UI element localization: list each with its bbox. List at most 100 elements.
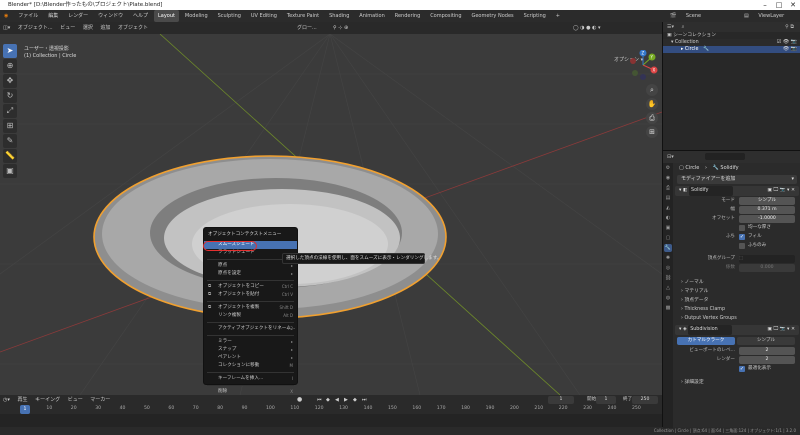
view-layer-selector[interactable]: ▤ ViewLayer — [736, 10, 792, 22]
camera-view-icon[interactable]: ⎙ — [646, 112, 658, 124]
physics-tab-icon[interactable]: ◎ — [664, 264, 672, 272]
perspective-grid-icon[interactable]: ⊞ — [646, 126, 658, 138]
move-tool-icon[interactable]: ✥ — [3, 74, 17, 88]
record-icon[interactable]: ● — [294, 396, 302, 404]
menu-file[interactable]: ファイル — [14, 10, 42, 22]
texture-tab-icon[interactable]: ▩ — [664, 304, 672, 312]
only-rim-checkbox[interactable]: ふちのみ — [739, 242, 795, 250]
viewport-levels-field[interactable]: 2 — [739, 347, 795, 355]
outliner-search-icon[interactable]: ⌕ — [682, 24, 685, 30]
collection-tab-icon[interactable]: ▣ — [664, 224, 672, 232]
output-tab-icon[interactable]: ⎙ — [664, 184, 672, 192]
jump-end-icon[interactable]: ⏭ — [359, 396, 367, 404]
scene-tab-icon[interactable]: ◭ — [664, 204, 672, 212]
viewport-scene[interactable] — [0, 34, 662, 395]
catmull-clark-tab[interactable]: カトマルクラーク — [677, 337, 735, 345]
vertex-group-field[interactable]: ⬚ — [739, 255, 795, 263]
solidify-modifier-header[interactable]: ▾ ◧ Solidify ▣ 🖵 📷 ▾ ✕ — [675, 186, 799, 196]
factor-field[interactable]: 0.000 — [739, 264, 795, 272]
solidify-name-field[interactable]: Solidify — [689, 186, 734, 196]
blender-logo-icon[interactable]: ◉ — [0, 10, 12, 22]
outliner-row-scene-collection[interactable]: ▣ シーンコレクション — [663, 32, 800, 39]
tab-geometry-nodes[interactable]: Geometry Nodes — [467, 10, 517, 22]
jump-start-icon[interactable]: ⏮ — [314, 396, 322, 404]
next-key-icon[interactable]: ◆ — [350, 396, 358, 404]
context-menu-item[interactable]: リンク複製 Alt D — [204, 312, 297, 320]
collapse-icon[interactable]: ▾ — [679, 188, 681, 193]
select-menu[interactable]: 選択 — [80, 22, 96, 34]
measure-tool-icon[interactable]: 📏 — [3, 149, 17, 163]
3d-viewport[interactable]: ◫▾ オブジェクト... ビュー 選択 追加 オブジェクト グロー... ⚲ ⊹… — [0, 22, 662, 395]
context-menu-item[interactable]: キーフレームを挿入... I — [204, 375, 297, 383]
menu-help[interactable]: ヘルプ — [129, 10, 152, 22]
context-menu-item[interactable]: ⧉ オブジェクトを貼付 Ctrl V — [204, 291, 297, 299]
modifier-toggle-icons[interactable]: ▣ 🖵 📷 ▾ ✕ — [767, 186, 795, 196]
tab-layout[interactable]: Layout — [153, 10, 179, 22]
collapse-icon-subsurf[interactable]: ▾ — [679, 327, 681, 332]
visibility-eye-icon[interactable]: ☑ 👁 📷 — [777, 39, 797, 46]
add-workspace-button[interactable]: + — [552, 10, 564, 22]
offset-field[interactable]: -1.0000 — [739, 215, 795, 223]
subdivision-name-field[interactable]: Subdivision — [688, 325, 733, 335]
frame-ruler[interactable]: 0102030405060708090100110120130140150160… — [0, 405, 662, 414]
subpanel-advanced[interactable]: › 詳細設定 — [675, 378, 799, 387]
world-tab-icon[interactable]: ◐ — [664, 214, 672, 222]
object-tab-icon[interactable]: ▢ — [664, 234, 672, 242]
tab-texture-paint[interactable]: Texture Paint — [283, 10, 323, 22]
simple-tab[interactable]: シンプル — [737, 337, 795, 345]
scene-selector[interactable]: 🎬 Scene — [662, 10, 709, 22]
context-menu-item[interactable]: アクティブオブジェクトをリネーム... F2 — [204, 325, 297, 333]
shading-mode-icons[interactable]: ◯ ◑ ● ◐ ▾ — [570, 22, 604, 34]
tool-tab-icon[interactable]: ⚙ — [664, 164, 672, 172]
snap-icon[interactable]: ⚲ ⊹ ⊕ — [330, 22, 351, 34]
optimal-display-checkbox[interactable]: ✓ 最適化表示 — [739, 365, 795, 373]
playhead[interactable]: 1 — [20, 405, 30, 414]
context-menu-item[interactable]: ⧉ オブジェクトをコピー Ctrl C — [204, 283, 297, 291]
marker-menu[interactable]: マーカー — [87, 395, 113, 405]
outliner-row-circle[interactable]: ▸ Circle 🔧 👁 📷 — [663, 46, 800, 53]
context-menu-item[interactable]: 削除 X — [204, 388, 297, 395]
add-menu[interactable]: 追加 — [97, 22, 113, 34]
mode-dropdown[interactable]: オブジェクト... — [15, 22, 56, 34]
scale-tool-icon[interactable]: ⤢ — [3, 104, 17, 118]
timeline-editor-icon[interactable]: ◷▾ — [0, 395, 13, 405]
add-modifier-button[interactable]: モディファイアーを追加 ▾ — [677, 175, 797, 184]
tab-animation[interactable]: Animation — [355, 10, 389, 22]
subdivision-modifier-header[interactable]: ▾ ◈ Subdivision ▣ 🖵 📷 ▾ ✕ — [675, 325, 799, 335]
subpanel-vertex-data[interactable]: › 頂点データ — [675, 296, 799, 305]
subpanel-materials[interactable]: › マテリアル — [675, 287, 799, 296]
prev-key-icon[interactable]: ◆ — [323, 396, 331, 404]
cursor-tool-icon[interactable]: ⊕ — [3, 59, 17, 73]
filter-icon[interactable]: ⚲ ⧉ — [785, 22, 794, 32]
context-menu-item[interactable]: 原点を設定 ▸ — [204, 270, 297, 278]
particles-tab-icon[interactable]: ✺ — [664, 254, 672, 262]
tab-sculpting[interactable]: Sculpting — [214, 10, 245, 22]
fill-rim-checkbox[interactable]: ✓ フィル — [739, 233, 795, 241]
editor-type-icon[interactable]: ◫▾ — [0, 22, 13, 34]
start-frame-field[interactable]: 1 — [596, 396, 616, 404]
object-menu[interactable]: オブジェクト — [115, 22, 151, 34]
data-tab-icon[interactable]: △ — [664, 284, 672, 292]
even-thickness-checkbox[interactable]: 均一な厚さ — [739, 224, 795, 232]
menu-window[interactable]: ウィンドウ — [94, 10, 127, 22]
tab-uv-editing[interactable]: UV Editing — [247, 10, 281, 22]
context-menu-item[interactable]: コレクションに移動 M — [204, 362, 297, 370]
outliner-editor-icon[interactable]: ☰▾ — [667, 24, 674, 30]
context-menu-item[interactable]: ペアレント ▸ — [204, 354, 297, 362]
subpanel-thickness-clamp[interactable]: › Thickness Clamp — [675, 305, 799, 314]
view-layer-tab-icon[interactable]: ▤ — [664, 194, 672, 202]
tab-compositing[interactable]: Compositing — [426, 10, 465, 22]
add-cube-tool-icon[interactable]: ▣ — [3, 164, 17, 178]
thickness-field[interactable]: 0.371 m — [739, 206, 795, 214]
menu-edit[interactable]: 編集 — [44, 10, 62, 22]
play-icon[interactable]: ▶ — [341, 396, 349, 404]
play-reverse-icon[interactable]: ◀ — [332, 396, 340, 404]
render-tab-icon[interactable]: ◉ — [664, 174, 672, 182]
end-frame-field[interactable]: 250 — [632, 396, 658, 404]
playback-menu[interactable]: 再生 — [14, 395, 30, 405]
minimize-icon[interactable]: – — [758, 0, 772, 10]
mode-dropdown-field[interactable]: シンプル — [739, 197, 795, 205]
view-menu[interactable]: ビュー — [57, 22, 78, 34]
annotate-tool-icon[interactable]: ✎ — [3, 134, 17, 148]
subpanel-normals[interactable]: › ノーマル — [675, 278, 799, 287]
